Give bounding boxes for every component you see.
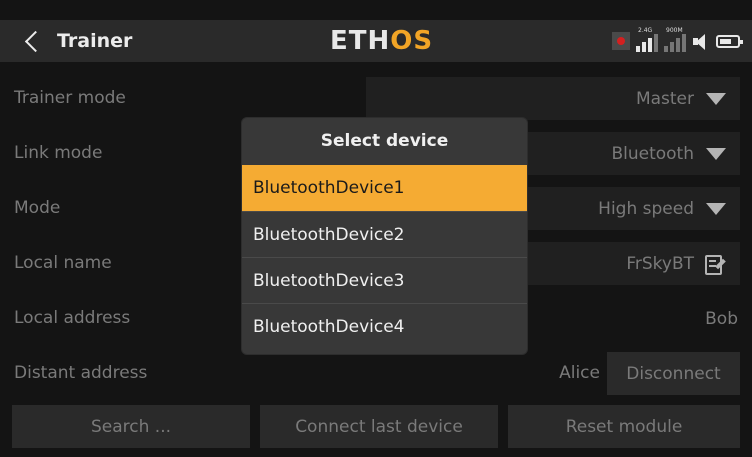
page-title: Trainer <box>57 30 133 52</box>
link-mode-label: Link mode <box>14 143 103 163</box>
trainer-mode-label: Trainer mode <box>14 88 126 108</box>
mode-value: High speed <box>598 198 694 219</box>
trainer-mode-select[interactable]: Master <box>366 77 740 120</box>
edit-icon <box>704 254 726 275</box>
device-option-4[interactable]: BluetoothDevice4 <box>242 303 527 349</box>
dropdown-arrow-icon <box>706 202 726 215</box>
speaker-icon <box>692 32 710 50</box>
local-address-value: Bob <box>705 308 738 329</box>
signal-24g-label: 2.4G <box>638 27 653 34</box>
row-distant-address: Distant address Alice Disconnect <box>0 347 752 400</box>
search-button[interactable]: Search ... <box>12 405 250 448</box>
local-name-value: FrSkyBT <box>626 253 694 274</box>
logo-text-left: ETH <box>330 26 391 56</box>
distant-address-value: Alice <box>559 363 600 383</box>
local-address-label: Local address <box>14 308 131 328</box>
reset-module-button[interactable]: Reset module <box>508 405 740 448</box>
device-option-3[interactable]: BluetoothDevice3 <box>242 257 527 303</box>
status-icons: 2.4G 900M <box>612 27 743 53</box>
logo-text-right: OS <box>390 26 434 56</box>
device-option-2[interactable]: BluetoothDevice2 <box>242 211 527 257</box>
signal-900m-label: 900M <box>666 27 683 34</box>
disconnect-button[interactable]: Disconnect <box>607 352 740 395</box>
select-device-dialog: Select device BluetoothDevice1 Bluetooth… <box>242 118 527 354</box>
ethos-logo: ETHOS <box>330 26 433 56</box>
screen: Trainer ETHOS 2.4G 900M Trainer mode Mas… <box>0 0 752 457</box>
back-icon <box>24 30 47 52</box>
link-mode-value: Bluetooth <box>611 143 694 164</box>
trainer-mode-value: Master <box>635 88 694 109</box>
battery-icon <box>716 34 743 48</box>
dropdown-arrow-icon <box>706 147 726 160</box>
mode-label: Mode <box>14 198 61 218</box>
dropdown-arrow-icon <box>706 92 726 105</box>
dialog-title: Select device <box>320 131 449 151</box>
signal-24g-icon: 2.4G <box>636 27 658 52</box>
device-option-1[interactable]: BluetoothDevice1 <box>242 165 527 211</box>
connect-last-device-button[interactable]: Connect last device <box>260 405 498 448</box>
distant-address-label: Distant address <box>14 363 148 383</box>
header-bar: Trainer ETHOS 2.4G 900M <box>0 20 752 62</box>
back-button[interactable]: Trainer <box>20 20 132 62</box>
record-icon <box>612 32 630 50</box>
signal-900m-icon: 900M <box>664 27 686 52</box>
local-name-label: Local name <box>14 253 112 273</box>
